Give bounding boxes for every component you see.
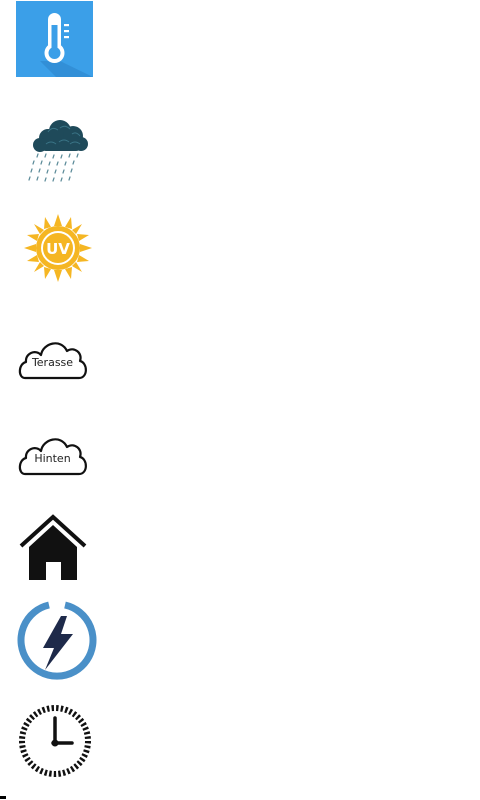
clock-button[interactable] <box>18 704 92 778</box>
clock-icon <box>19 705 91 777</box>
home-icon <box>19 514 87 580</box>
home-button[interactable] <box>19 514 87 580</box>
thermometer-button[interactable] <box>16 1 93 77</box>
uv-sun-icon: UV <box>24 214 92 282</box>
cloud-terasse-button[interactable]: Terasse <box>17 334 88 380</box>
rain-button[interactable] <box>26 118 88 186</box>
bottom-edge-mark <box>0 796 6 799</box>
power-button[interactable] <box>17 600 97 683</box>
cloud-label-terasse: Terasse <box>31 356 74 369</box>
power-icon <box>17 601 97 680</box>
uv-label: UV <box>46 240 70 258</box>
cloud-hinten-button[interactable]: Hinten <box>17 430 88 476</box>
cloud-label-hinten: Hinten <box>34 452 71 465</box>
uv-button[interactable]: UV <box>24 214 92 282</box>
thermometer-icon <box>16 1 93 77</box>
rain-cloud-icon <box>28 120 88 182</box>
